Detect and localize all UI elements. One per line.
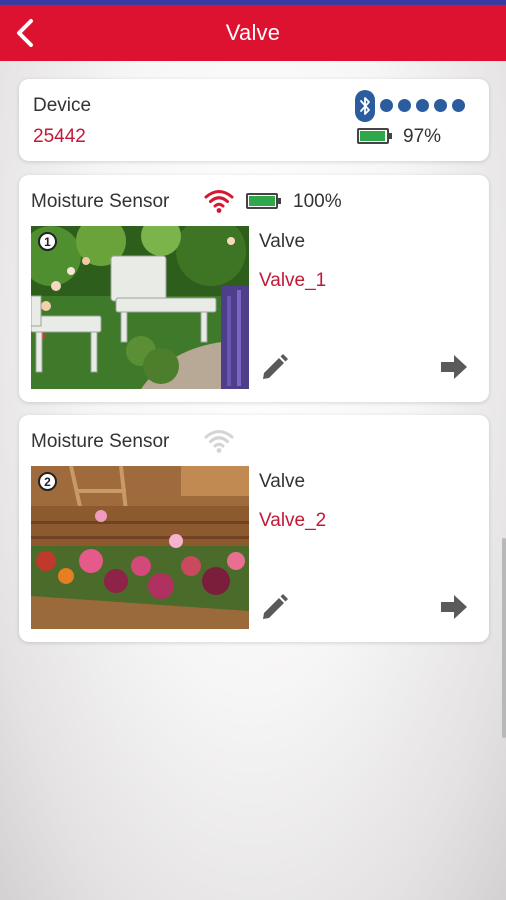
garden-bench-photo[interactable]: 1 (31, 226, 249, 389)
back-button[interactable] (10, 17, 40, 49)
device-label: Device (33, 95, 92, 116)
sensor-battery-fill (249, 196, 275, 206)
bluetooth-icon (355, 90, 375, 122)
sensor-battery-icon (246, 193, 281, 209)
arrow-right-icon (441, 595, 467, 619)
chevron-left-icon (17, 19, 33, 47)
valve-label: Valve (259, 231, 306, 252)
sensor-card: Moisture Sensor 100% 1 Valve Valve_1 (19, 175, 489, 402)
sensor-card: Moisture Sensor 2 Valve Valve_2 (19, 415, 489, 642)
open-valve-button[interactable] (439, 353, 469, 381)
device-card: Device 25442 97% (19, 79, 489, 161)
sensor-index-badge: 1 (38, 232, 57, 251)
sensor-title: Moisture Sensor (31, 191, 170, 212)
sensor-title: Moisture Sensor (31, 431, 170, 452)
open-valve-button[interactable] (439, 593, 469, 621)
valve-name: Valve_2 (259, 510, 327, 531)
edit-button[interactable] (259, 591, 291, 623)
valve-label: Valve (259, 471, 306, 492)
scroll-indicator[interactable] (502, 538, 506, 738)
pencil-icon (263, 354, 288, 379)
signal-dot (416, 99, 429, 112)
sensor-battery-text: 100% (293, 191, 342, 212)
device-id: 25442 (33, 126, 86, 147)
sensor-index-badge: 2 (38, 472, 57, 491)
arrow-right-icon (441, 355, 467, 379)
flower-bed-photo[interactable]: 2 (31, 466, 249, 629)
pencil-icon (263, 594, 288, 619)
signal-dot (434, 99, 447, 112)
wifi-off-icon (204, 430, 234, 453)
signal-dot (452, 99, 465, 112)
app-bar: Valve (0, 5, 506, 61)
wifi-icon (204, 190, 234, 213)
device-battery-text: 97% (403, 126, 442, 147)
signal-dots (380, 99, 465, 112)
page-title: Valve (225, 20, 281, 45)
signal-dot (380, 99, 393, 112)
edit-button[interactable] (259, 351, 291, 383)
device-battery-fill (360, 131, 386, 141)
device-battery-icon (357, 128, 392, 144)
signal-dot (398, 99, 411, 112)
valve-name: Valve_1 (259, 270, 327, 291)
